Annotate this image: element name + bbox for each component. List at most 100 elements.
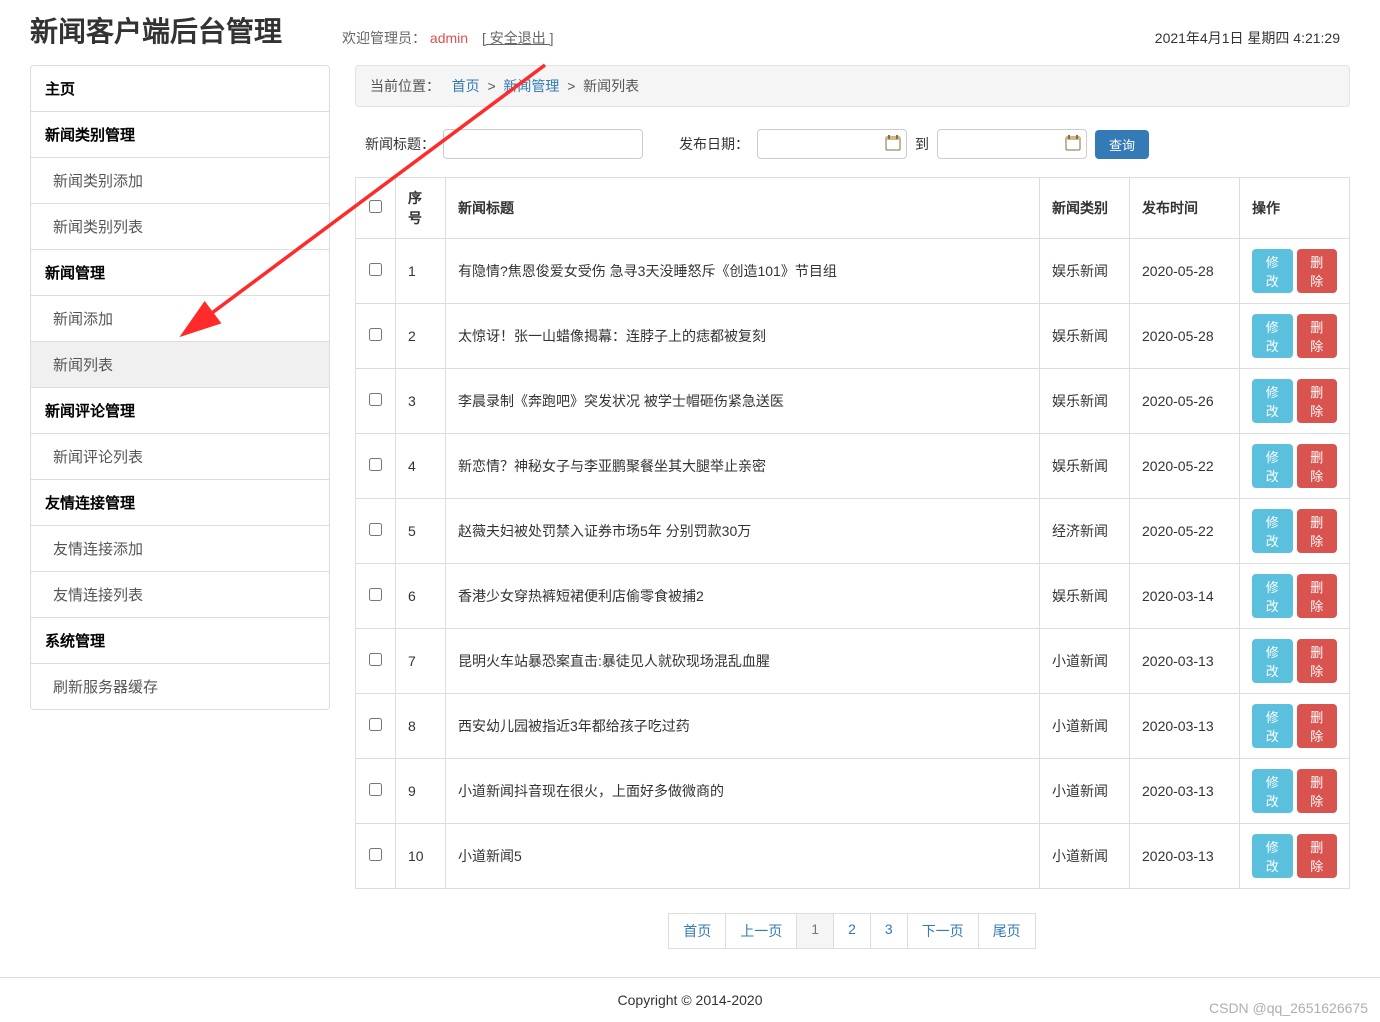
row-date: 2020-05-26 [1130, 369, 1240, 434]
col-category: 新闻类别 [1040, 178, 1130, 239]
sidebar-item-13[interactable]: 刷新服务器缓存 [31, 664, 329, 709]
row-category: 小道新闻 [1040, 694, 1130, 759]
edit-button[interactable]: 修改 [1252, 704, 1293, 748]
row-checkbox[interactable] [369, 263, 382, 276]
row-title: 有隐情?焦恩俊爱女受伤 急寻3天没睡怒斥《创造101》节目组 [446, 239, 1040, 304]
select-all-checkbox[interactable] [369, 200, 382, 213]
row-checkbox[interactable] [369, 848, 382, 861]
col-date: 发布时间 [1130, 178, 1240, 239]
col-seq: 序号 [396, 178, 446, 239]
row-seq: 6 [396, 564, 446, 629]
delete-button[interactable]: 删除 [1297, 639, 1338, 683]
row-date: 2020-05-28 [1130, 304, 1240, 369]
row-category: 娱乐新闻 [1040, 564, 1130, 629]
sidebar-item-4[interactable]: 新闻管理 [31, 250, 329, 296]
table-row: 4新恋情？神秘女子与李亚鹏聚餐坐其大腿举止亲密娱乐新闻2020-05-22修改删… [356, 434, 1350, 499]
row-checkbox[interactable] [369, 328, 382, 341]
breadcrumb-section[interactable]: 新闻管理 [503, 78, 559, 94]
edit-button[interactable]: 修改 [1252, 314, 1293, 358]
breadcrumb-home[interactable]: 首页 [452, 78, 480, 94]
table-row: 9小道新闻抖音现在很火，上面好多做微商的小道新闻2020-03-13修改删除 [356, 759, 1350, 824]
row-checkbox[interactable] [369, 523, 382, 536]
breadcrumb-sep: > [487, 78, 495, 94]
table-row: 10小道新闻5小道新闻2020-03-13修改删除 [356, 824, 1350, 889]
breadcrumb-prefix: 当前位置： [370, 78, 440, 94]
delete-button[interactable]: 删除 [1297, 379, 1338, 423]
filter-title-label: 新闻标题： [365, 134, 435, 154]
edit-button[interactable]: 修改 [1252, 834, 1293, 878]
row-seq: 5 [396, 499, 446, 564]
row-title: 西安幼儿园被指近3年都给孩子吃过药 [446, 694, 1040, 759]
page-prev[interactable]: 上一页 [725, 913, 797, 949]
delete-button[interactable]: 删除 [1297, 834, 1338, 878]
sidebar: 主页新闻类别管理新闻类别添加新闻类别列表新闻管理新闻添加新闻列表新闻评论管理新闻… [30, 65, 330, 710]
logout-link[interactable]: [ 安全退出 ] [482, 30, 554, 46]
row-seq: 1 [396, 239, 446, 304]
row-category: 娱乐新闻 [1040, 304, 1130, 369]
sidebar-item-8[interactable]: 新闻评论列表 [31, 434, 329, 480]
admin-name: admin [430, 30, 468, 46]
edit-button[interactable]: 修改 [1252, 249, 1293, 293]
row-date: 2020-05-22 [1130, 434, 1240, 499]
page-first[interactable]: 首页 [668, 913, 726, 949]
filter-title-input[interactable] [443, 129, 643, 159]
sidebar-item-0[interactable]: 主页 [31, 66, 329, 112]
sidebar-item-6[interactable]: 新闻列表 [31, 342, 329, 388]
sidebar-item-9[interactable]: 友情连接管理 [31, 480, 329, 526]
row-date: 2020-03-13 [1130, 694, 1240, 759]
sidebar-item-11[interactable]: 友情连接列表 [31, 572, 329, 618]
sidebar-item-10[interactable]: 友情连接添加 [31, 526, 329, 572]
row-category: 娱乐新闻 [1040, 369, 1130, 434]
row-category: 小道新闻 [1040, 759, 1130, 824]
search-button[interactable]: 查询 [1095, 130, 1149, 159]
calendar-icon[interactable] [885, 135, 901, 151]
sidebar-item-12[interactable]: 系统管理 [31, 618, 329, 664]
sidebar-item-1[interactable]: 新闻类别管理 [31, 112, 329, 158]
page-3[interactable]: 3 [870, 913, 908, 949]
row-checkbox[interactable] [369, 458, 382, 471]
filter-bar: 新闻标题： 发布日期： 到 查询 [355, 107, 1350, 177]
sidebar-item-5[interactable]: 新闻添加 [31, 296, 329, 342]
row-date: 2020-03-13 [1130, 759, 1240, 824]
table-row: 2太惊讶！张一山蜡像揭幕：连脖子上的痣都被复刻娱乐新闻2020-05-28修改删… [356, 304, 1350, 369]
row-category: 娱乐新闻 [1040, 239, 1130, 304]
page-last[interactable]: 尾页 [978, 913, 1036, 949]
edit-button[interactable]: 修改 [1252, 769, 1293, 813]
breadcrumb: 当前位置： 首页 > 新闻管理 > 新闻列表 [355, 65, 1350, 107]
row-checkbox[interactable] [369, 653, 382, 666]
edit-button[interactable]: 修改 [1252, 574, 1293, 618]
sidebar-item-7[interactable]: 新闻评论管理 [31, 388, 329, 434]
breadcrumb-current: 新闻列表 [583, 78, 639, 94]
datetime-display: 2021年4月1日 星期四 4:21:29 [1155, 28, 1340, 48]
table-row: 8西安幼儿园被指近3年都给孩子吃过药小道新闻2020-03-13修改删除 [356, 694, 1350, 759]
table-row: 7昆明火车站暴恐案直击:暴徒见人就砍现场混乱血腥小道新闻2020-03-13修改… [356, 629, 1350, 694]
delete-button[interactable]: 删除 [1297, 574, 1338, 618]
row-checkbox[interactable] [369, 718, 382, 731]
edit-button[interactable]: 修改 [1252, 444, 1293, 488]
page-2[interactable]: 2 [833, 913, 871, 949]
breadcrumb-sep: > [567, 78, 575, 94]
sidebar-item-2[interactable]: 新闻类别添加 [31, 158, 329, 204]
page-1[interactable]: 1 [796, 913, 834, 949]
edit-button[interactable]: 修改 [1252, 639, 1293, 683]
calendar-icon[interactable] [1065, 135, 1081, 151]
filter-to-label: 到 [915, 134, 929, 154]
row-date: 2020-03-13 [1130, 824, 1240, 889]
edit-button[interactable]: 修改 [1252, 379, 1293, 423]
delete-button[interactable]: 删除 [1297, 249, 1338, 293]
filter-date-label: 发布日期： [679, 134, 749, 154]
sidebar-item-3[interactable]: 新闻类别列表 [31, 204, 329, 250]
row-checkbox[interactable] [369, 783, 382, 796]
table-row: 1有隐情?焦恩俊爱女受伤 急寻3天没睡怒斥《创造101》节目组娱乐新闻2020-… [356, 239, 1350, 304]
row-checkbox[interactable] [369, 393, 382, 406]
row-category: 小道新闻 [1040, 629, 1130, 694]
delete-button[interactable]: 删除 [1297, 509, 1338, 553]
edit-button[interactable]: 修改 [1252, 509, 1293, 553]
row-title: 昆明火车站暴恐案直击:暴徒见人就砍现场混乱血腥 [446, 629, 1040, 694]
row-checkbox[interactable] [369, 588, 382, 601]
delete-button[interactable]: 删除 [1297, 769, 1338, 813]
delete-button[interactable]: 删除 [1297, 704, 1338, 748]
page-next[interactable]: 下一页 [907, 913, 979, 949]
delete-button[interactable]: 删除 [1297, 444, 1338, 488]
delete-button[interactable]: 删除 [1297, 314, 1338, 358]
